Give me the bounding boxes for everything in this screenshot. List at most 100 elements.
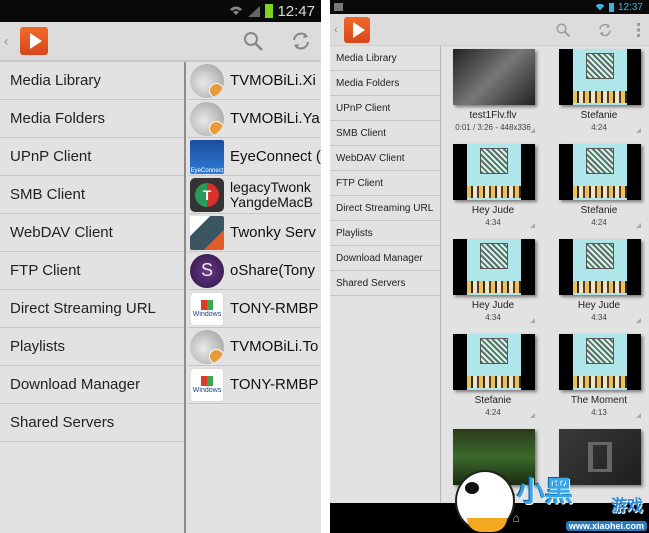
server-item[interactable]: Windows TONY-RMBP (188, 290, 321, 328)
media-tile[interactable]: Hey Jude 4:34 (549, 236, 649, 328)
server-item[interactable]: EyeConnect EyeConnect ( (188, 138, 321, 176)
media-title: The Moment (570, 395, 628, 406)
sidebar-item-webdav-client[interactable]: WebDAV Client (330, 146, 440, 171)
status-time: 12:47 (277, 2, 315, 20)
tvmobili-apple-icon (190, 101, 224, 136)
sidebar-item-label: SMB Client (336, 127, 387, 139)
server-item[interactable]: Windows TONY-RMBP (188, 366, 321, 404)
sidebar-item-label: Direct Streaming URL (336, 202, 434, 214)
overflow-menu-icon (637, 22, 640, 37)
sidebar-item-download-manager[interactable]: Download Manager (330, 246, 440, 271)
sidebar-item-label: UPnP Client (336, 102, 391, 114)
refresh-icon (599, 23, 611, 36)
media-tile[interactable]: The Moment 4:13 (549, 331, 649, 423)
sidebar-item-playlists[interactable]: Playlists (330, 221, 440, 246)
play-icon (29, 33, 42, 49)
media-tile[interactable]: test1Flv.flv 0:01 / 3:26 - 448x336 (443, 46, 543, 138)
sidebar-item-label: Download Manager (10, 376, 141, 393)
sidebar-item-upnp-client[interactable]: UPnP Client (330, 96, 440, 121)
overflow-menu-button[interactable] (635, 18, 643, 42)
media-duration: 4:24 (591, 218, 607, 227)
server-name: TONY-RMBP (230, 299, 319, 317)
sidebar-item-direct-streaming-url[interactable]: Direct Streaming URL (0, 290, 184, 328)
sidebar-item-ftp-client[interactable]: FTP Client (0, 252, 184, 290)
server-name: Twonky Serv (230, 223, 316, 241)
media-title: Hey Jude (471, 300, 515, 311)
corner-menu-icon[interactable] (636, 318, 641, 323)
corner-menu-icon[interactable] (636, 223, 641, 228)
corner-menu-icon[interactable] (530, 223, 535, 228)
chevron-left-icon[interactable]: ‹ (4, 34, 8, 49)
corner-menu-icon[interactable] (636, 128, 641, 133)
windows-media-player-icon: Windows (190, 291, 224, 326)
sidebar-item-download-manager[interactable]: Download Manager (0, 366, 184, 404)
back-icon[interactable]: ↩ (459, 508, 472, 528)
home-icon[interactable]: ⌂ (513, 511, 520, 525)
media-thumbnail (559, 144, 641, 200)
sidebar-item-media-library[interactable]: Media Library (330, 46, 440, 71)
phone-screenshot-right: 12:37 ‹ Media Library Media Folders UPnP… (330, 0, 649, 533)
sidebar-item-shared-servers[interactable]: Shared Servers (330, 271, 440, 296)
media-duration: 4:24 (485, 408, 501, 417)
status-bar: 12:37 (330, 0, 649, 14)
sidebar-item-label: SMB Client (10, 186, 86, 203)
play-icon (352, 21, 365, 38)
app-logo-button[interactable] (344, 16, 370, 43)
media-tile[interactable]: Stefanie 4:24 (549, 141, 649, 233)
server-item[interactable]: S oShare(Tony (188, 252, 321, 290)
wifi-icon (595, 3, 605, 11)
sidebar-item-media-library[interactable]: Media Library (0, 62, 184, 100)
server-item[interactable]: TVMOBiLi.To (188, 328, 321, 366)
media-title: test1Flv.flv (469, 110, 517, 121)
media-title: movie clip (470, 490, 516, 501)
search-button[interactable] (241, 29, 265, 53)
sidebar-item-label: UPnP Client (10, 148, 92, 165)
sidebar-item-smb-client[interactable]: SMB Client (330, 121, 440, 146)
media-duration: 4:34 (485, 218, 501, 227)
media-tile[interactable]: Stefanie 4:24 (443, 331, 543, 423)
server-name: TVMOBiLi.To (230, 337, 319, 355)
server-item[interactable]: T legacyTwonk YangdeMacB (188, 176, 321, 214)
sidebar-item-ftp-client[interactable]: FTP Client (330, 171, 440, 196)
twonky-icon (190, 215, 224, 250)
chevron-left-icon[interactable]: ‹ (334, 24, 338, 36)
notification-image-icon (334, 3, 343, 11)
media-thumbnail (559, 49, 641, 105)
sidebar-item-label: Shared Servers (336, 277, 406, 289)
sidebar-item-label: FTP Client (10, 262, 81, 279)
tvmobili-apple-icon (190, 329, 224, 364)
corner-menu-icon[interactable] (530, 128, 535, 133)
tvmobili-apple-icon (190, 63, 224, 98)
server-item[interactable]: TVMOBiLi.Xi (188, 62, 321, 100)
server-name: TVMOBiLi.Xi (230, 71, 316, 89)
sidebar-item-playlists[interactable]: Playlists (0, 328, 184, 366)
refresh-button[interactable] (593, 18, 617, 42)
media-tile[interactable]: Hey Jude 4:34 (443, 236, 543, 328)
sidebar-item-webdav-client[interactable]: WebDAV Client (0, 214, 184, 252)
media-tile[interactable]: Hey Jude 4:34 (443, 141, 543, 233)
sidebar-item-smb-client[interactable]: SMB Client (0, 176, 184, 214)
server-item[interactable]: TVMOBiLi.Ya (188, 100, 321, 138)
sidebar-item-upnp-client[interactable]: UPnP Client (0, 138, 184, 176)
media-thumbnail (453, 334, 535, 390)
corner-menu-icon[interactable] (636, 413, 641, 418)
sidebar-item-media-folders[interactable]: Media Folders (0, 100, 184, 138)
sidebar-item-label: Download Manager (336, 252, 423, 264)
server-list: TVMOBiLi.Xi TVMOBiLi.Ya EyeConnect EyeCo… (188, 62, 321, 533)
sidebar-item-media-folders[interactable]: Media Folders (330, 71, 440, 96)
app-logo-button[interactable] (20, 27, 48, 55)
sidebar-item-direct-streaming-url[interactable]: Direct Streaming URL (330, 196, 440, 221)
sidebar-item-label: Playlists (336, 227, 373, 239)
corner-menu-icon[interactable] (530, 413, 535, 418)
server-item[interactable]: Twonky Serv (188, 214, 321, 252)
sidebar-item-shared-servers[interactable]: Shared Servers (0, 404, 184, 442)
media-tile[interactable]: Stefanie 4:24 (549, 46, 649, 138)
search-button[interactable] (551, 18, 575, 42)
media-duration: 4:24 (591, 123, 607, 132)
corner-menu-icon[interactable] (530, 318, 535, 323)
eyeconnect-icon: EyeConnect (190, 139, 224, 174)
system-nav-bar: ↩ ⌂ (330, 503, 649, 533)
refresh-button[interactable] (289, 29, 313, 53)
sidebar-item-label: Direct Streaming URL (10, 300, 156, 317)
signal-icon (248, 6, 261, 17)
